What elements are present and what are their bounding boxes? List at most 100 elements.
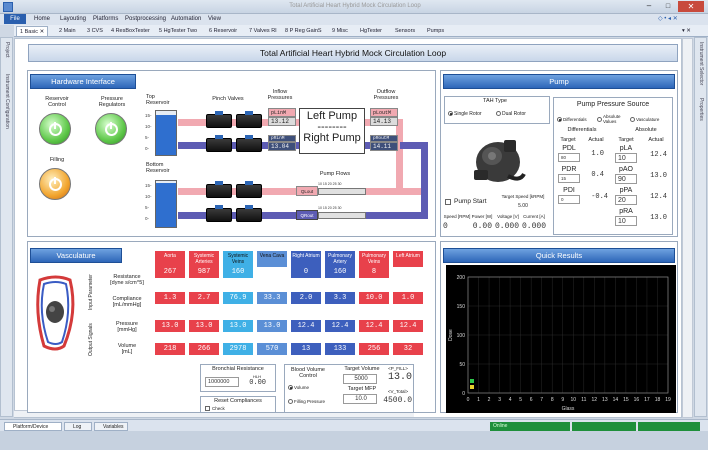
tab-p-reg-gains[interactable]: 8 P Reg GainS <box>282 26 325 36</box>
vertical-scrollbar[interactable] <box>682 38 693 418</box>
tab-sensors[interactable]: Sensors <box>392 26 418 36</box>
tab-main[interactable]: 2 Main <box>56 26 79 36</box>
pdi-target-input[interactable]: 0 <box>558 195 580 204</box>
menu-layouting[interactable]: Layouting <box>60 15 86 24</box>
pinch-valve-8[interactable] <box>236 205 262 222</box>
pump-start-label: Pump Start <box>454 198 487 205</box>
tab-hgtester-two[interactable]: 5 HgTester Two <box>156 26 200 36</box>
pra-target-input[interactable]: 10 <box>615 216 637 226</box>
pla-target-input[interactable]: 10 <box>615 153 637 163</box>
variables-tab[interactable]: Variables <box>94 422 128 431</box>
pl-out-label: pLoutM <box>370 108 398 117</box>
file-menu-button[interactable]: File <box>4 14 26 24</box>
speed-header: Speed [RPM] <box>443 214 471 219</box>
tab-overflow-icon[interactable]: ▾ ✕ <box>679 26 694 36</box>
dock-project[interactable]: Project <box>4 42 10 58</box>
menu-platforms[interactable]: Platforms <box>93 15 118 24</box>
dual-rotor-radio[interactable] <box>496 111 501 116</box>
pinch-valve-4[interactable] <box>236 135 262 152</box>
compliance-cell[interactable]: 76.9 <box>223 292 253 304</box>
menu-icons[interactable]: ◇ • ◂ ✕ <box>658 15 678 24</box>
x-tick-label: 8 <box>551 397 554 403</box>
x-tick-label: 18 <box>655 397 661 403</box>
top-reservoir-scale: 15- 10- 5- 0- <box>145 113 152 151</box>
power-header: Power [W] <box>471 214 493 219</box>
tab-misc[interactable]: 9 Misc <box>329 26 351 36</box>
diff-actual-header: Actual <box>588 137 604 143</box>
filling-button[interactable] <box>39 168 71 200</box>
quick-results-plot[interactable]: 0 1 2 3 4 5 6 7 8 9 10 11 12 13 14 15 16 17 18 19 200 150 100 5… <box>446 265 676 413</box>
compliance-cell[interactable]: 10.0 <box>359 292 389 304</box>
tab-resboxtester[interactable]: 4 ResBoxTester <box>108 26 153 36</box>
menu-postprocessing[interactable]: Postprocessing <box>125 15 166 24</box>
minimize-button[interactable]: – <box>640 1 658 12</box>
col-aorta: Aorta <box>155 251 185 267</box>
dock-properties[interactable]: Properties <box>698 98 704 121</box>
resistance-cell[interactable]: 987 <box>189 266 219 278</box>
reservoir-control-button[interactable] <box>39 113 71 145</box>
bronchial-resistance-input[interactable]: 1000000 <box>205 377 239 387</box>
resistance-cell[interactable]: 160 <box>325 266 355 278</box>
resistance-cell[interactable] <box>393 266 423 278</box>
pao-target-input[interactable]: 90 <box>615 174 637 184</box>
document-tab-bar: 1 Basic ✕ 2 Main 3 CVS 4 ResBoxTester 5 … <box>14 25 708 37</box>
dock-instrument-selector[interactable]: Instrument Selector <box>698 42 704 85</box>
target-volume-input[interactable]: 5000 <box>343 374 377 384</box>
vasculature-radio[interactable] <box>630 117 635 122</box>
reset-check-checkbox[interactable] <box>205 406 210 411</box>
close-button[interactable]: ✕ <box>678 1 704 12</box>
pinch-valve-6[interactable] <box>236 181 262 198</box>
pressure-regulators-button[interactable] <box>95 113 127 145</box>
tab-reservoir[interactable]: 6 Reservoir <box>206 26 240 36</box>
tab-hgtester[interactable]: HgTester <box>357 26 385 36</box>
absolute-values-radio[interactable] <box>597 117 602 122</box>
compliance-cell[interactable]: 2.0 <box>291 292 321 304</box>
maximize-button[interactable]: □ <box>659 1 677 12</box>
resistance-cell[interactable]: 0 <box>291 266 321 278</box>
x-tick-label: 13 <box>602 397 608 403</box>
menu-home[interactable]: Home <box>34 15 50 24</box>
filling-pressure-radio[interactable] <box>288 399 293 404</box>
tab-valves[interactable]: 7 Valves RI <box>246 26 280 36</box>
menu-automation[interactable]: Automation <box>171 15 201 24</box>
resistance-cell[interactable]: 160 <box>223 266 253 278</box>
pinch-valve-5[interactable] <box>206 181 232 198</box>
pinch-valve-7[interactable] <box>206 205 232 222</box>
resistance-cell[interactable]: 8 <box>359 266 389 278</box>
compliance-cell[interactable]: 1.3 <box>155 292 185 304</box>
menu-view[interactable]: View <box>208 15 221 24</box>
ppa-target-input[interactable]: 20 <box>615 195 637 205</box>
pinch-valve-2[interactable] <box>236 111 262 128</box>
pinch-valve-1[interactable] <box>206 111 232 128</box>
compliance-cell[interactable]: 1.0 <box>393 292 423 304</box>
pla-label: pLA <box>619 145 633 152</box>
pdl-target-input[interactable]: 80 <box>558 153 580 162</box>
qr-scale: 10 15 20 25 30 <box>318 206 342 210</box>
tab-pumps[interactable]: Pumps <box>424 26 447 36</box>
resistance-cell[interactable] <box>257 266 287 278</box>
compliance-cell[interactable]: 33.3 <box>257 292 287 304</box>
pinch-valve-3[interactable] <box>206 135 232 152</box>
x-tick-label: 3 <box>498 397 501 403</box>
top-reservoir-label: Top Reservoir <box>146 94 170 106</box>
compliance-cell[interactable]: 3.3 <box>325 292 355 304</box>
tab-basic[interactable]: 1 Basic ✕ <box>16 26 49 36</box>
single-rotor-radio[interactable] <box>448 111 453 116</box>
platform-device-tab[interactable]: Platform/Device <box>4 422 62 431</box>
tab-cvs[interactable]: 3 CVS <box>84 26 106 36</box>
x-tick-label: 15 <box>623 397 629 403</box>
pdr-target-input[interactable]: 15 <box>558 174 580 183</box>
compliance-cell[interactable]: 2.7 <box>189 292 219 304</box>
dock-instrument-configuration[interactable]: Instrument Configuration <box>4 74 10 129</box>
y-tick-label: 150 <box>457 304 466 310</box>
target-mfp-input[interactable]: 10.0 <box>343 394 377 404</box>
target-speed-label: Target Speed [kRPM] <box>501 194 545 199</box>
resistance-cell[interactable]: 267 <box>155 266 185 278</box>
target-speed-value[interactable]: 5.00 <box>505 203 541 209</box>
pump-start-checkbox[interactable] <box>445 199 451 205</box>
volume-radio[interactable] <box>288 385 293 390</box>
pdr-actual: 0.4 <box>591 171 604 179</box>
log-tab[interactable]: Log <box>64 422 92 431</box>
differentials-radio[interactable] <box>557 117 562 122</box>
reset-check-label: Check <box>212 406 225 411</box>
